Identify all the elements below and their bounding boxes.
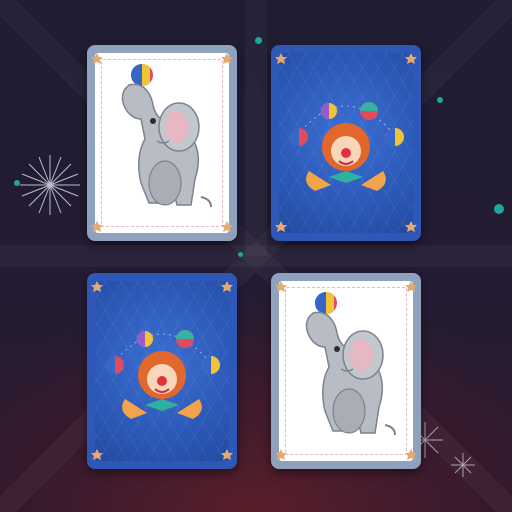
elephant-icon bbox=[91, 53, 233, 232]
background-rays bbox=[20, 155, 475, 477]
juggling-ball-icon bbox=[315, 291, 337, 315]
decor-dot bbox=[437, 97, 443, 103]
elephant-icon bbox=[275, 281, 417, 460]
memory-card-2[interactable] bbox=[271, 45, 421, 241]
juggling-ball-icon bbox=[131, 63, 153, 87]
decor-dot bbox=[494, 204, 504, 214]
decor-dot bbox=[255, 37, 262, 44]
memory-card-4[interactable] bbox=[271, 273, 421, 469]
clown-icon bbox=[275, 53, 417, 232]
decor-dot bbox=[238, 252, 243, 257]
memory-card-1[interactable] bbox=[87, 45, 237, 241]
firework-icon bbox=[20, 155, 80, 215]
memory-card-3[interactable] bbox=[87, 273, 237, 469]
decor-dot bbox=[14, 180, 20, 186]
clown-icon bbox=[91, 281, 233, 460]
